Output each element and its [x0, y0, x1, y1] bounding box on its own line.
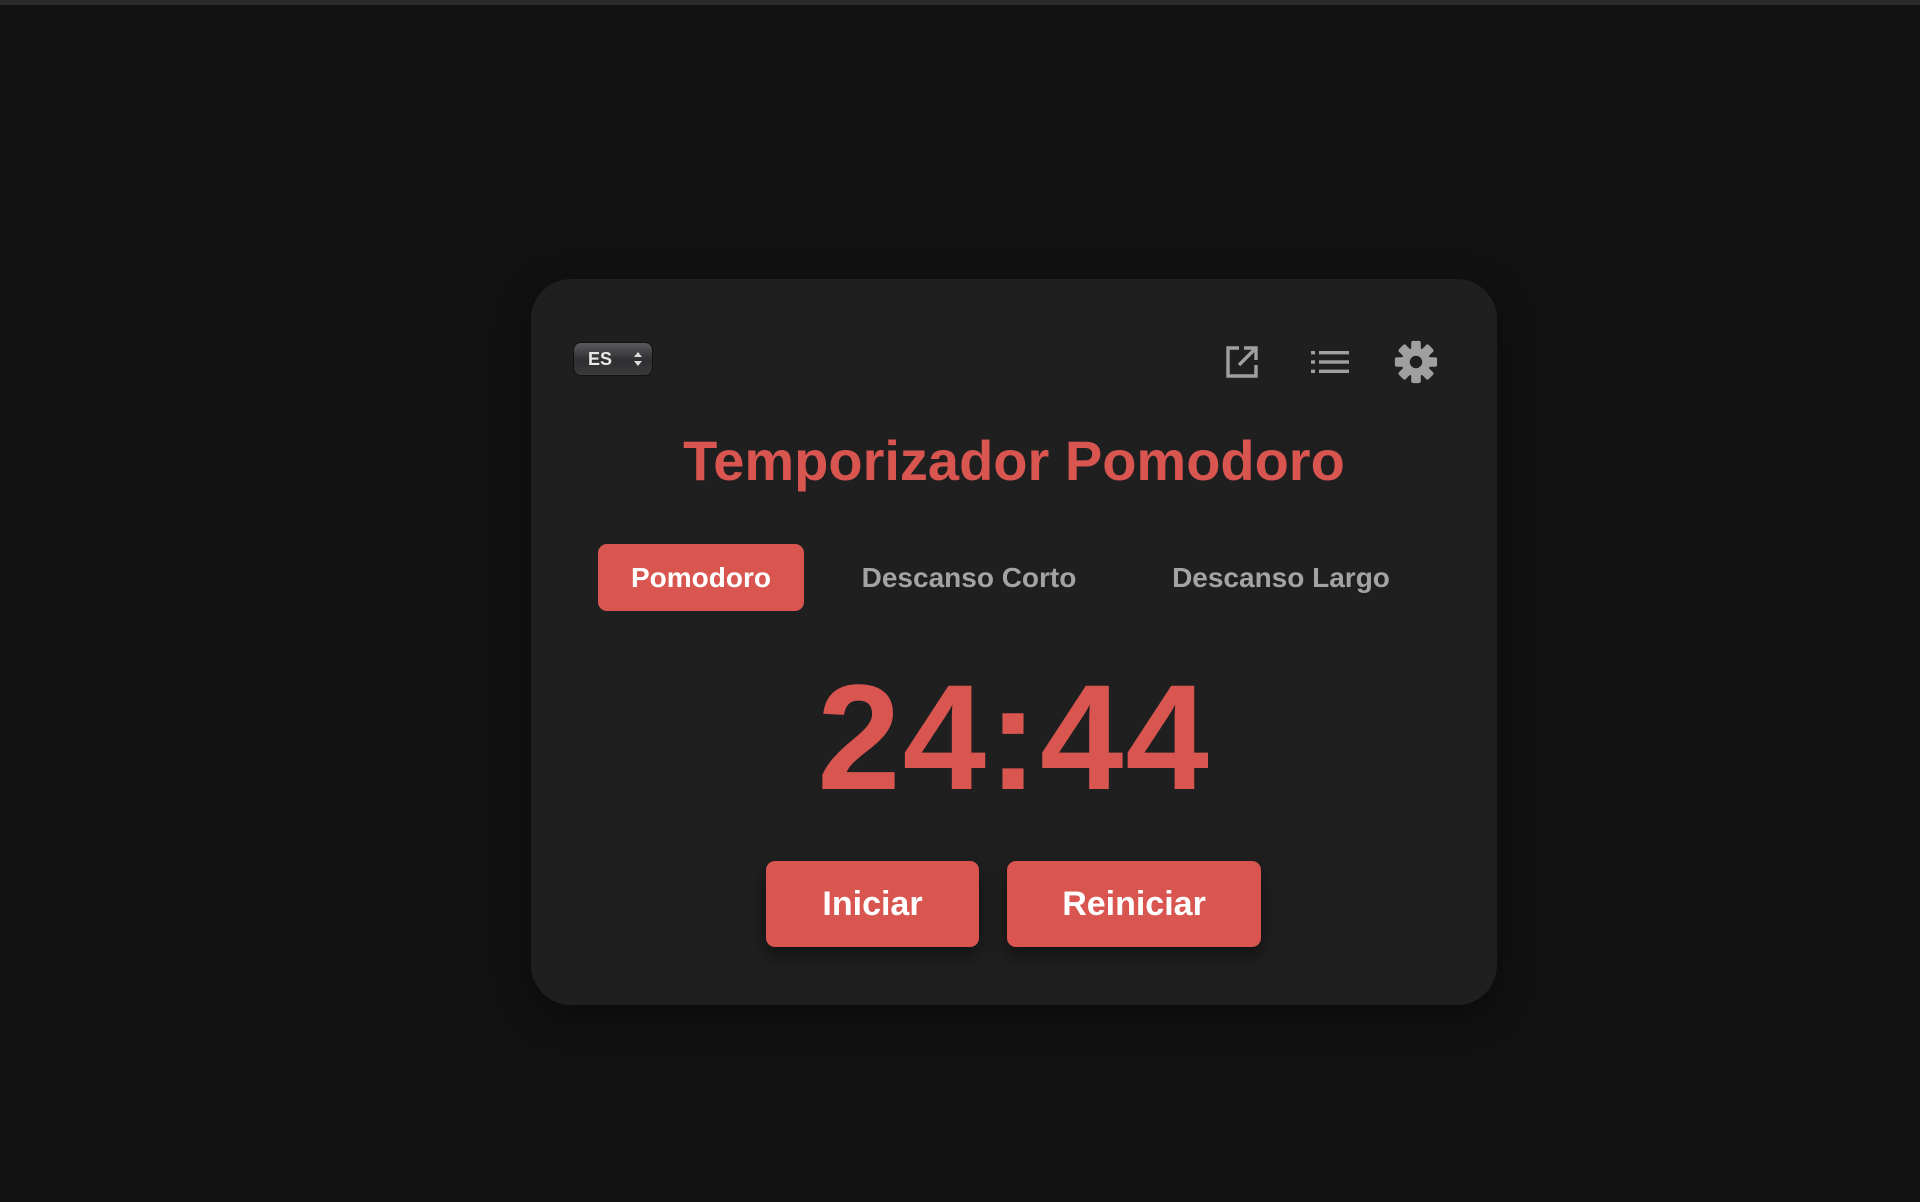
start-button[interactable]: Iniciar: [766, 861, 979, 947]
pomodoro-card: ES Temporizador Pomodoro Pomodoro Descan…: [531, 279, 1497, 1005]
list-icon: [1311, 351, 1349, 373]
select-arrows-icon: [634, 352, 642, 366]
tab-pomodoro[interactable]: Pomodoro: [598, 544, 804, 611]
task-list-button[interactable]: [1307, 339, 1353, 385]
tab-long-break[interactable]: Descanso Largo: [1161, 544, 1401, 611]
timer-display: 24:44: [817, 653, 1211, 821]
open-external-button[interactable]: [1219, 339, 1265, 385]
settings-button[interactable]: [1393, 339, 1439, 385]
tab-short-break[interactable]: Descanso Corto: [849, 544, 1089, 611]
page-title: Temporizador Pomodoro: [683, 429, 1345, 492]
language-select-value: ES: [588, 348, 613, 369]
external-link-icon: [1226, 346, 1258, 378]
gear-icon: [1394, 340, 1438, 384]
reset-button[interactable]: Reiniciar: [1007, 861, 1261, 947]
window-top-edge: [0, 0, 1920, 5]
language-select[interactable]: ES: [573, 342, 653, 376]
